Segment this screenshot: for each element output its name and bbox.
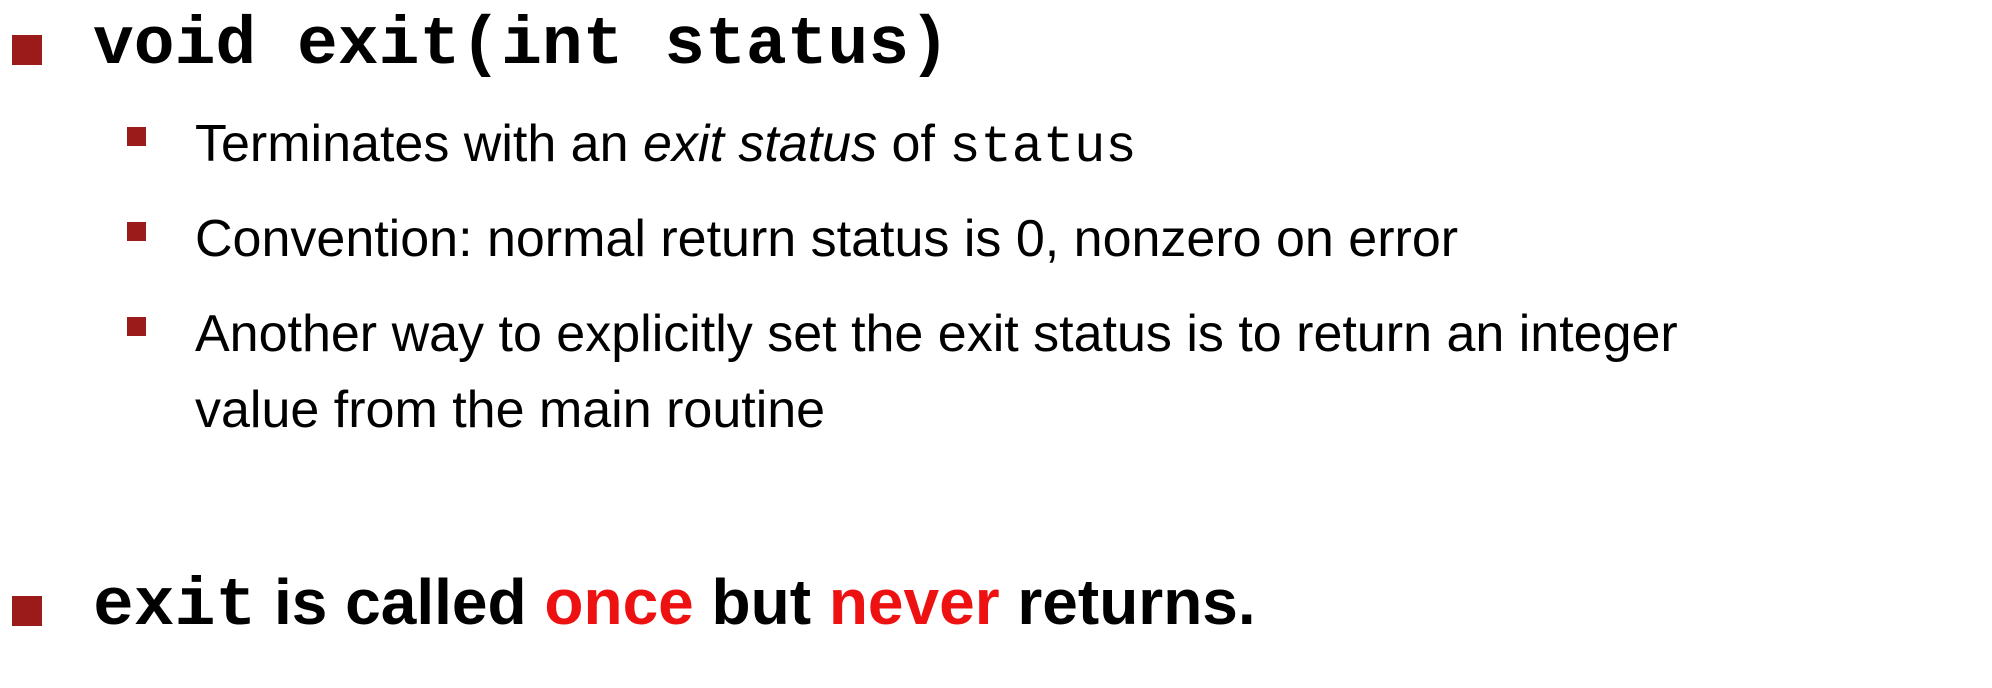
heading-2-text-1: is called — [256, 566, 545, 638]
heading-2-text-2: but — [693, 566, 829, 638]
sub-bullet-square-icon — [127, 317, 146, 336]
heading-code: void exit(int status) — [93, 7, 950, 84]
sub-bullet-square-icon — [127, 222, 146, 241]
sub-bullet-square-icon — [127, 127, 146, 146]
sub-bullet-3-line-2: value from the main routine — [195, 381, 826, 439]
sub-bullet-3: Another way to explicitly set the exit s… — [195, 296, 1678, 448]
sub-bullet-1-text-2: of — [877, 115, 950, 173]
sub-bullet-2: Convention: normal return status is 0, n… — [195, 201, 1458, 277]
heading-exit-summary: exit is called once but never returns. — [93, 570, 1256, 641]
bullet-square-icon — [12, 596, 42, 626]
sub-bullet-2-text: Convention: normal return status is 0, n… — [195, 210, 1459, 268]
heading-2-highlight-never: never — [828, 566, 1000, 638]
sub-bullet-1-italic: exit status — [642, 115, 878, 173]
sub-bullet-1-text: Terminates with an — [195, 115, 643, 173]
heading-2-highlight-once: once — [544, 566, 694, 638]
heading-2-text-3: returns. — [999, 566, 1256, 638]
sub-bullet-1: Terminates with an exit status of status — [195, 106, 1137, 186]
sub-bullet-3-line-1: Another way to explicitly set the exit s… — [195, 305, 1678, 363]
slide: void exit(int status) Terminates with an… — [0, 0, 1992, 688]
bullet-square-icon — [12, 35, 42, 65]
sub-bullet-1-code: status — [949, 118, 1137, 177]
heading-2-code: exit — [93, 568, 257, 645]
heading-function-signature: void exit(int status) — [93, 12, 950, 80]
